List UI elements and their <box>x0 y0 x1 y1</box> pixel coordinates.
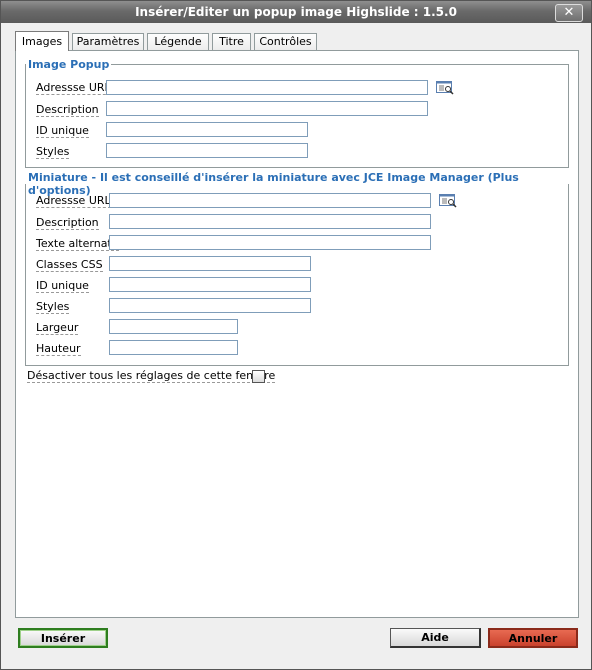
thumb-alt-input[interactable] <box>109 235 431 250</box>
thumb-alt-label: Texte alternatif <box>36 237 119 251</box>
dialog-body: Images Paramètres Légende Titre Contrôle… <box>1 23 591 669</box>
thumb-styles-label: Styles <box>36 300 70 314</box>
insert-button[interactable]: Insérer <box>18 628 108 648</box>
thumb-classes-label: Classes CSS <box>36 258 103 272</box>
thumb-description-label: Description <box>36 216 99 230</box>
cancel-button[interactable]: Annuler <box>488 628 578 648</box>
thumb-height-input[interactable] <box>109 340 238 355</box>
thumb-description-input[interactable] <box>109 214 431 229</box>
popup-url-input[interactable] <box>106 80 428 95</box>
tab-parametres[interactable]: Paramètres <box>72 33 144 50</box>
thumb-url-label: Adressse URL <box>36 194 111 208</box>
disable-settings-label: Désactiver tous les réglages de cette fe… <box>27 369 276 383</box>
popup-styles-label: Styles <box>36 145 70 159</box>
tab-legende[interactable]: Légende <box>147 33 209 50</box>
popup-url-label: Adressse URL <box>36 81 111 95</box>
browse-icon[interactable] <box>436 81 454 95</box>
tab-titre[interactable]: Titre <box>212 33 251 50</box>
images-panel: Image Popup Adressse URL Description ID … <box>15 50 579 618</box>
thumb-styles-input[interactable] <box>109 298 311 313</box>
window-title: Insérer/Editer un popup image Highslide … <box>135 5 457 19</box>
title-bar[interactable]: Insérer/Editer un popup image Highslide … <box>1 1 591 23</box>
thumb-id-label: ID unique <box>36 279 89 293</box>
close-button[interactable]: ✕ <box>555 4 583 22</box>
help-button[interactable]: Aide <box>390 628 481 648</box>
thumb-classes-input[interactable] <box>109 256 311 271</box>
dialog-window: Insérer/Editer un popup image Highslide … <box>0 0 592 670</box>
popup-description-input[interactable] <box>106 101 428 116</box>
popup-legend: Image Popup <box>28 58 110 71</box>
thumb-height-label: Hauteur <box>36 342 81 356</box>
disable-settings-checkbox[interactable] <box>252 370 265 383</box>
tab-images[interactable]: Images <box>15 31 69 51</box>
popup-styles-input[interactable] <box>106 143 308 158</box>
popup-description-label: Description <box>36 103 99 117</box>
thumb-url-input[interactable] <box>109 193 431 208</box>
thumb-width-input[interactable] <box>109 319 238 334</box>
tab-controles[interactable]: Contrôles <box>254 33 317 50</box>
popup-id-label: ID unique <box>36 124 89 138</box>
thumb-id-input[interactable] <box>109 277 311 292</box>
browse-icon[interactable] <box>439 194 457 208</box>
thumb-width-label: Largeur <box>36 321 79 335</box>
popup-id-input[interactable] <box>106 122 308 137</box>
